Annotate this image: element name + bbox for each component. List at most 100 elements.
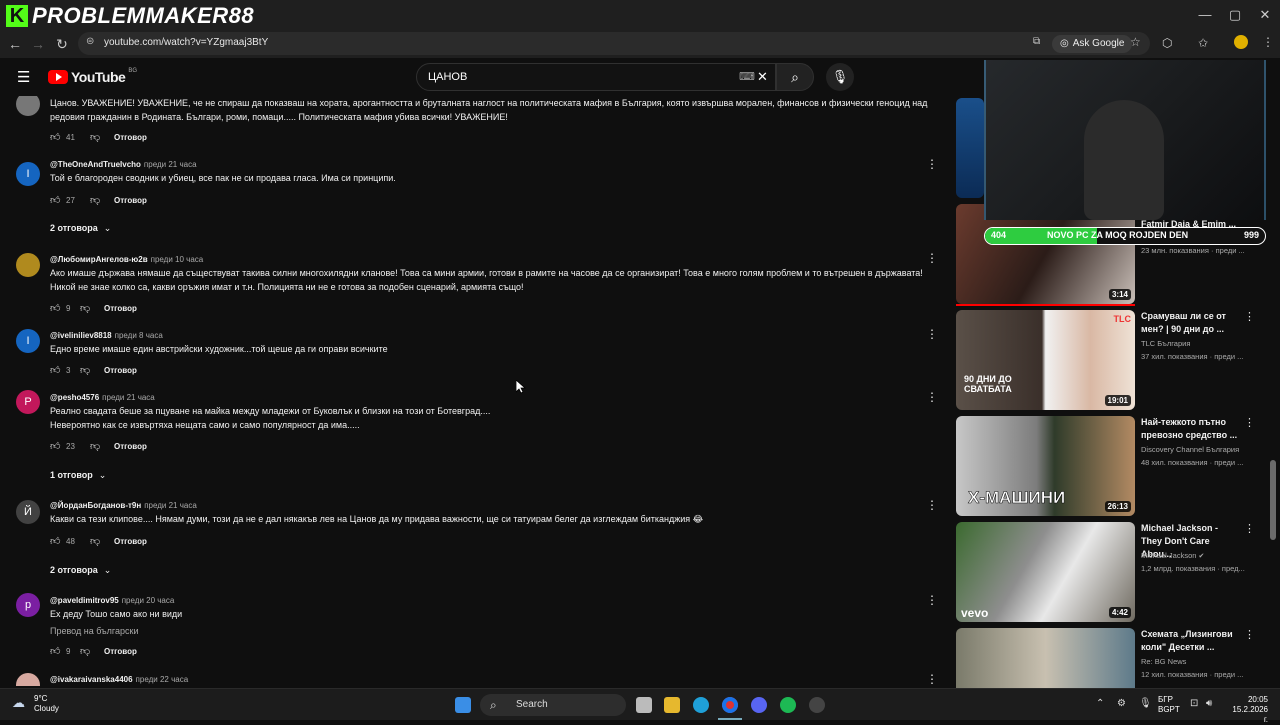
video-more-icon[interactable]: ⋮ — [1244, 310, 1255, 323]
author-handle[interactable]: @ЙорданБогданов-т9н — [50, 501, 141, 510]
channel-name[interactable]: TLC България — [1141, 339, 1190, 348]
like-icon[interactable]: 👍︎ — [50, 131, 62, 143]
spotify-icon[interactable] — [780, 697, 796, 713]
video-title[interactable]: Най-тежкото пътно превозно средство ... — [1141, 416, 1241, 442]
taskbar-search[interactable]: ⌕ Search — [480, 694, 626, 716]
dislike-icon[interactable]: 👎︎ — [90, 131, 110, 143]
minimize-button[interactable]: — — [1190, 6, 1220, 24]
comment-more-icon[interactable]: ⋮ — [926, 672, 938, 686]
comment-avatar[interactable]: Й — [16, 500, 40, 524]
tray-app-icon[interactable]: ⚙ — [1117, 698, 1126, 709]
video-thumbnail[interactable]: 90 ДНИ ДО СВАТБАТА TLC 19:01 — [956, 310, 1135, 410]
dislike-icon[interactable]: 👎︎ — [80, 645, 100, 657]
video-title[interactable]: Срамуваш ли се от мен? | 90 дни до ... — [1141, 310, 1241, 336]
edge-icon[interactable] — [693, 697, 709, 713]
author-handle[interactable]: @paveldimitrov95 — [50, 596, 119, 605]
comment-author[interactable]: @TheOneAndTrueIvcho преди 21 часа — [50, 160, 197, 169]
site-info-icon[interactable]: ⊜ — [86, 36, 94, 47]
like-icon[interactable]: 👍︎ — [50, 194, 62, 206]
app-icon[interactable] — [809, 697, 825, 713]
view-replies-button[interactable]: 2 отговора ⌄ — [50, 565, 111, 576]
channel-name[interactable]: Discovery Channel България — [1141, 445, 1239, 454]
language-indicator[interactable]: БГР BGPT — [1158, 695, 1180, 715]
chrome-icon[interactable] — [722, 697, 738, 713]
like-icon[interactable]: 👍︎ — [50, 364, 62, 376]
comment-more-icon[interactable]: ⋮ — [926, 498, 938, 512]
task-view-icon[interactable] — [636, 697, 652, 713]
volume-icon[interactable]: 🔊︎ — [1206, 698, 1212, 709]
address-bar[interactable]: ⊜ youtube.com/watch?v=YZgmaaj3BtY ⧉ ◎ As… — [78, 32, 1150, 55]
comment-avatar[interactable] — [16, 96, 40, 116]
author-handle[interactable]: @ЛюбомирАнгелов-ю2в — [50, 255, 148, 264]
comment-author[interactable]: @pesho4576 преди 21 часа — [50, 393, 155, 402]
like-icon[interactable]: 👍︎ — [50, 535, 62, 547]
video-thumbnail[interactable]: Х-МАШИНИ 26:13 — [956, 416, 1135, 516]
video-card[interactable]: Х-МАШИНИ 26:13 Най-тежкото пътно превозн… — [956, 416, 1256, 516]
close-window-button[interactable]: ✕ — [1250, 6, 1280, 24]
comment-more-icon[interactable]: ⋮ — [926, 327, 938, 341]
video-thumbnail[interactable] — [956, 628, 1135, 690]
dislike-icon[interactable]: 👎︎ — [90, 194, 110, 206]
reply-button[interactable]: Отговор — [114, 196, 147, 205]
back-button[interactable]: ← — [5, 35, 25, 53]
channel-name[interactable]: Re: BG News — [1141, 657, 1186, 666]
dislike-icon[interactable]: 👎︎ — [90, 440, 110, 452]
page-scrollbar[interactable] — [1270, 460, 1276, 540]
microphone-tray-icon[interactable]: 🎙 — [1139, 698, 1152, 709]
comment-time[interactable]: преди 10 часа — [151, 255, 204, 264]
comment-avatar[interactable]: p — [16, 593, 40, 617]
video-card[interactable]: Схемата „Лизингови коли" Десетки ... Re:… — [956, 628, 1256, 690]
cast-icon[interactable]: ⧉ — [1033, 36, 1040, 47]
tray-chevron-up-icon[interactable]: ⌃ — [1096, 698, 1104, 709]
video-card[interactable]: 90 ДНИ ДО СВАТБАТА TLC 19:01 Срамуваш ли… — [956, 310, 1256, 410]
author-handle[interactable]: @TheOneAndTrueIvcho — [50, 160, 141, 169]
favorites-icon[interactable]: ✩ — [1198, 36, 1208, 50]
comment-more-icon[interactable]: ⋮ — [926, 390, 938, 404]
video-title[interactable]: Схемата „Лизингови коли" Десетки ... — [1141, 628, 1241, 654]
like-icon[interactable]: 👍︎ — [50, 645, 62, 657]
reply-button[interactable]: Отговор — [114, 133, 147, 142]
reply-button[interactable]: Отговор — [104, 304, 137, 313]
comment-avatar[interactable]: I — [16, 162, 40, 186]
comment-time[interactable]: преди 21 часа — [144, 501, 197, 510]
view-replies-button[interactable]: 1 отговор ⌄ — [50, 470, 106, 481]
dislike-icon[interactable]: 👎︎ — [90, 535, 110, 547]
windows-start-icon[interactable] — [455, 697, 471, 713]
bookmark-star-icon[interactable]: ☆ — [1130, 35, 1141, 49]
comment-more-icon[interactable]: ⋮ — [926, 251, 938, 265]
comment-more-icon[interactable]: ⋮ — [926, 593, 938, 607]
reply-button[interactable]: Отговор — [114, 442, 147, 451]
comment-time[interactable]: преди 21 часа — [102, 393, 155, 402]
author-handle[interactable]: @iveliniliev8818 — [50, 331, 112, 340]
forward-button[interactable]: → — [28, 35, 48, 53]
comment-author[interactable]: @iveliniliev8818 преди 8 часа — [50, 331, 163, 340]
discord-icon[interactable] — [751, 697, 767, 713]
comment-author[interactable]: @ЛюбомирАнгелов-ю2в преди 10 часа — [50, 255, 203, 264]
reply-button[interactable]: Отговор — [104, 647, 137, 656]
comment-avatar[interactable]: I — [16, 329, 40, 353]
youtube-logo[interactable]: YouTube BG — [48, 68, 137, 85]
dislike-icon[interactable]: 👎︎ — [80, 302, 100, 314]
system-clock[interactable]: 20:05 15.2.2026 г. — [1228, 695, 1268, 725]
hamburger-menu-icon[interactable]: ☰ — [17, 68, 30, 86]
file-explorer-icon[interactable] — [664, 697, 680, 713]
video-card[interactable]: vevo 4:42 Michael Jackson - They Don't C… — [956, 522, 1256, 622]
search-button[interactable]: ⌕ — [776, 63, 814, 91]
comment-time[interactable]: преди 22 часа — [136, 675, 189, 684]
clear-search-icon[interactable]: ✕ — [757, 69, 768, 85]
reply-button[interactable]: Отговор — [104, 366, 137, 375]
ask-google-button[interactable]: ◎ Ask Google — [1052, 35, 1133, 53]
comment-time[interactable]: преди 8 часа — [115, 331, 163, 340]
video-thumbnail[interactable] — [956, 98, 984, 198]
view-replies-button[interactable]: 2 отговора ⌄ — [50, 223, 111, 234]
video-more-icon[interactable]: ⋮ — [1244, 416, 1255, 429]
author-handle[interactable]: @ivakaraivanska4406 — [50, 675, 133, 684]
profile-avatar[interactable] — [1234, 35, 1248, 49]
comment-avatar[interactable] — [16, 253, 40, 277]
video-more-icon[interactable]: ⋮ — [1244, 628, 1255, 641]
video-thumbnail[interactable]: vevo 4:42 — [956, 522, 1135, 622]
comment-avatar[interactable] — [16, 673, 40, 686]
video-more-icon[interactable]: ⋮ — [1244, 522, 1255, 535]
like-icon[interactable]: 👍︎ — [50, 440, 62, 452]
keyboard-icon[interactable]: ⌨ — [739, 70, 755, 83]
